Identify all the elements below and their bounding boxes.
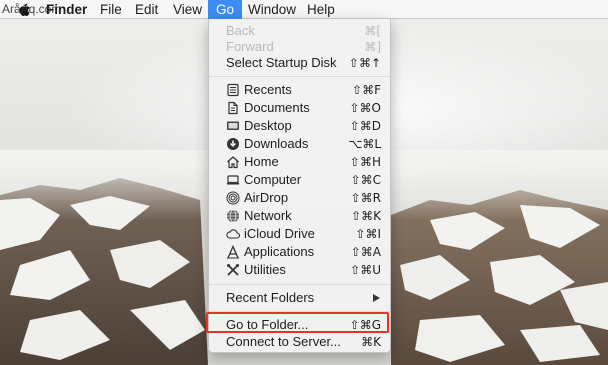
menu-item-icloud-drive[interactable]: iCloud Drive ⇧⌘I (209, 225, 390, 243)
menu-separator (209, 284, 390, 285)
recents-icon (227, 83, 239, 97)
computer-icon (226, 175, 240, 185)
menu-edit[interactable]: Edit (127, 0, 166, 19)
menu-item-shortcut: ⇧⌘R (350, 191, 381, 205)
menu-item-shortcut: ⌥⌘L (348, 137, 381, 151)
menu-item-label: Recent Folders (226, 290, 315, 305)
menu-view[interactable]: View (165, 0, 210, 19)
menu-item-label: Network (244, 208, 292, 223)
menu-item-label: Go to Folder... (226, 317, 309, 332)
submenu-arrow-icon (373, 294, 380, 302)
menu-item-shortcut: ⇧⌘A (350, 245, 381, 259)
menu-item-airdrop[interactable]: AirDrop ⇧⌘R (209, 189, 390, 207)
menu-item-shortcut: ⇧⌘H (349, 155, 381, 169)
applications-icon (227, 245, 239, 259)
menu-item-applications[interactable]: Applications ⇧⌘A (209, 243, 390, 261)
menu-item-downloads[interactable]: Downloads ⌥⌘L (209, 135, 390, 153)
menu-window[interactable]: Window (240, 0, 304, 19)
menu-item-shortcut: ⇧⌘G (349, 318, 381, 332)
menu-separator (209, 311, 390, 312)
go-menu-dropdown: Back ⌘[ Forward ⌘] Select Startup Disk ⇧… (208, 19, 391, 353)
menu-item-label: Connect to Server... (226, 334, 341, 349)
menu-item-label: iCloud Drive (244, 226, 315, 241)
menu-item-shortcut: ⇧⌘U (350, 263, 381, 277)
menu-go[interactable]: Go (208, 0, 243, 19)
icloud-icon (226, 229, 240, 239)
menu-item-recents[interactable]: Recents ⇧⌘F (209, 81, 390, 99)
menu-item-shortcut: ⇧⌘K (351, 209, 381, 223)
menu-item-desktop[interactable]: Desktop ⇧⌘D (209, 117, 390, 135)
menu-item-network[interactable]: Network ⇧⌘K (209, 207, 390, 225)
desktop-icon (227, 121, 239, 130)
menu-item-documents[interactable]: Documents ⇧⌘O (209, 99, 390, 117)
menu-item-go-to-folder[interactable]: Go to Folder... ⇧⌘G (209, 316, 390, 334)
menu-item-label: Computer (244, 172, 302, 187)
menu-item-label: Applications (244, 244, 315, 259)
menu-item-recent-folders[interactable]: Recent Folders (209, 289, 390, 307)
menu-item-connect-to-server[interactable]: Connect to Server... ⌘K (209, 333, 390, 351)
menu-item-label: Downloads (244, 136, 309, 151)
utilities-icon (227, 264, 239, 276)
menu-item-label: Select Startup Disk (226, 55, 337, 70)
network-icon (227, 209, 239, 223)
menu-help[interactable]: Help (299, 0, 343, 19)
menu-separator (209, 76, 390, 77)
menu-item-shortcut: ⇧⌘F (352, 83, 381, 97)
menu-file[interactable]: File (92, 0, 130, 19)
menu-bar: AråAq.com Finder File Edit View Go Windo… (0, 0, 608, 19)
home-icon (227, 156, 239, 169)
menu-item-shortcut: ⇧⌘↑ (348, 56, 381, 70)
menu-item-label: Home (244, 154, 279, 169)
menu-item-shortcut: ⇧⌘D (349, 119, 381, 133)
airdrop-icon (226, 191, 240, 205)
menu-item-shortcut: ⇧⌘O (349, 101, 382, 115)
menu-item-select-startup-disk[interactable]: Select Startup Disk ⇧⌘↑ (209, 54, 390, 72)
menu-item-label: Documents (244, 100, 310, 115)
menu-item-label: Desktop (244, 118, 292, 133)
menu-item-computer[interactable]: Computer ⇧⌘C (209, 171, 390, 189)
menu-item-label: AirDrop (244, 190, 289, 205)
menu-item-label: Recents (244, 82, 292, 97)
menu-item-label: Utilities (244, 262, 286, 277)
documents-icon (228, 101, 238, 115)
menu-item-shortcut: ⌘K (361, 335, 381, 349)
menu-item-shortcut: ⇧⌘I (355, 227, 381, 241)
menu-item-home[interactable]: Home ⇧⌘H (209, 153, 390, 171)
downloads-icon (227, 138, 239, 150)
menu-finder[interactable]: Finder (38, 0, 95, 19)
menu-item-utilities[interactable]: Utilities ⇧⌘U (209, 261, 390, 279)
menu-item-shortcut: ⇧⌘C (350, 173, 381, 187)
